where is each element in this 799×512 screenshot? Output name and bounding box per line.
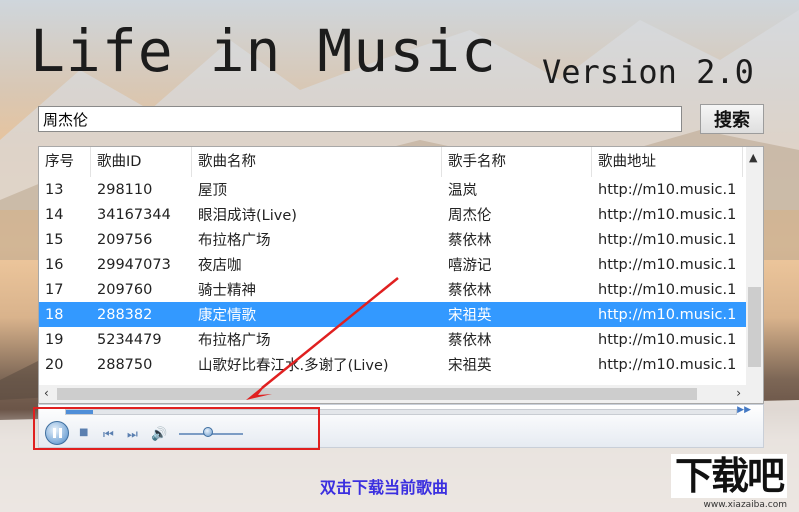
fast-forward-icon[interactable]: ▶▶ [737, 405, 751, 415]
app-title: Life in Music [30, 17, 497, 85]
search-button[interactable]: 搜索 [700, 104, 764, 134]
cell-song-id: 209756 [97, 231, 153, 248]
cell-song-url: http://m10.music.1 [598, 231, 737, 248]
table-row[interactable]: 19 5234479 布拉格广场 蔡依林 http://m10.music.1 [39, 327, 763, 352]
volume-icon[interactable]: 🔊 [151, 427, 167, 442]
scroll-up-icon[interactable]: ▲ [749, 151, 757, 164]
cell-song-url: http://m10.music.1 [598, 281, 737, 298]
list-body: 13 298110 屋顶 温岚 http://m10.music.1 14 34167344… [39, 177, 763, 377]
stop-icon[interactable]: ■ [79, 427, 88, 438]
seek-bar[interactable] [65, 409, 737, 415]
watermark-url: www.xiazaiba.com [703, 500, 787, 510]
cell-no: 17 [45, 281, 64, 298]
cell-artist: 蔡依林 [448, 333, 492, 349]
cell-song-name: 夜店咖 [198, 258, 242, 274]
cell-song-id: 288750 [97, 356, 153, 373]
table-row[interactable]: 14 34167344 眼泪成诗(Live) 周杰伦 http://m10.music.… [39, 202, 763, 227]
vertical-scroll-thumb[interactable] [748, 287, 761, 367]
cell-song-id: 29947073 [97, 256, 171, 273]
cell-artist: 蔡依林 [448, 283, 492, 299]
pause-button[interactable] [45, 421, 69, 445]
horizontal-scrollbar[interactable]: ‹ › [39, 385, 763, 403]
cell-song-name: 布拉格广场 [198, 333, 271, 349]
cell-no: 20 [45, 356, 64, 373]
cell-artist: 宋祖英 [448, 358, 492, 374]
caption-text: 双击下载当前歌曲 [320, 478, 449, 497]
cell-artist: 宋祖英 [448, 308, 492, 324]
cell-song-id: 209760 [97, 281, 153, 298]
column-header-no[interactable]: 序号 [39, 147, 91, 177]
song-list[interactable]: 序号 歌曲ID 歌曲名称 歌手名称 歌曲地址 13 298110 屋顶 温岚 http:… [38, 146, 764, 404]
watermark: 下载吧 www.xiazaiba.com [661, 454, 795, 510]
table-row[interactable]: 17 209760 骑士精神 蔡依林 http://m10.music.1 [39, 277, 763, 302]
horizontal-scroll-thumb[interactable] [57, 388, 697, 400]
cell-song-id: 34167344 [97, 206, 171, 223]
cell-song-name: 骑士精神 [198, 283, 256, 299]
cell-song-name: 康定情歌 [198, 308, 256, 324]
vertical-scrollbar[interactable]: ▲ [746, 147, 763, 385]
table-row[interactable]: 18 288382 康定情歌 宋祖英 http://m10.music.1 [39, 302, 763, 327]
volume-slider-thumb[interactable] [202, 427, 213, 437]
column-header-artist[interactable]: 歌手名称 [442, 147, 592, 177]
pause-icon [52, 428, 56, 438]
cell-song-name: 眼泪成诗(Live) [198, 208, 297, 224]
cell-artist: 蔡依林 [448, 233, 492, 249]
cell-artist: 周杰伦 [448, 208, 492, 224]
list-header: 序号 歌曲ID 歌曲名称 歌手名称 歌曲地址 [39, 147, 763, 177]
cell-artist: 温岚 [448, 183, 477, 199]
previous-icon[interactable]: ⏮ [103, 427, 114, 442]
scroll-left-icon[interactable]: ‹ [44, 386, 49, 400]
media-player-bar: ▶▶ ■ ⏮ ⏭ 🔊 [38, 404, 764, 448]
cell-no: 18 [45, 306, 64, 323]
column-header-song-url[interactable]: 歌曲地址 [592, 147, 743, 177]
column-header-song-id[interactable]: 歌曲ID [91, 147, 192, 177]
cell-song-url: http://m10.music.1 [598, 206, 737, 223]
cell-no: 13 [45, 181, 64, 198]
cell-song-url: http://m10.music.1 [598, 356, 737, 373]
cell-song-id: 298110 [97, 181, 153, 198]
table-row[interactable]: 20 288750 山歌好比春江水.多谢了(Live) 宋祖英 http://m10.m… [39, 352, 763, 377]
cell-song-url: http://m10.music.1 [598, 181, 737, 198]
cell-song-name: 屋顶 [198, 183, 227, 199]
cell-song-id: 288382 [97, 306, 153, 323]
cell-song-name: 布拉格广场 [198, 233, 271, 249]
cell-no: 16 [45, 256, 64, 273]
cell-song-url: http://m10.music.1 [598, 331, 737, 348]
table-row[interactable]: 16 29947073 夜店咖 嘻游记 http://m10.music.1 [39, 252, 763, 277]
next-icon[interactable]: ⏭ [127, 427, 138, 442]
table-row[interactable]: 15 209756 布拉格广场 蔡依林 http://m10.music.1 [39, 227, 763, 252]
app-version: Version 2.0 [542, 53, 754, 91]
seek-progress-fill [66, 410, 93, 414]
cell-song-name: 山歌好比春江水.多谢了(Live) [198, 358, 389, 374]
cell-song-url: http://m10.music.1 [598, 306, 737, 323]
cell-song-url: http://m10.music.1 [598, 256, 737, 273]
search-input[interactable] [38, 106, 682, 132]
watermark-logo: 下载吧 [670, 454, 787, 498]
table-row[interactable]: 13 298110 屋顶 温岚 http://m10.music.1 [39, 177, 763, 202]
scroll-right-icon[interactable]: › [736, 386, 741, 400]
cell-no: 14 [45, 206, 64, 223]
cell-song-id: 5234479 [97, 331, 162, 348]
cell-no: 15 [45, 231, 64, 248]
cell-artist: 嘻游记 [448, 258, 492, 274]
column-header-song-name[interactable]: 歌曲名称 [192, 147, 442, 177]
cell-no: 19 [45, 331, 64, 348]
